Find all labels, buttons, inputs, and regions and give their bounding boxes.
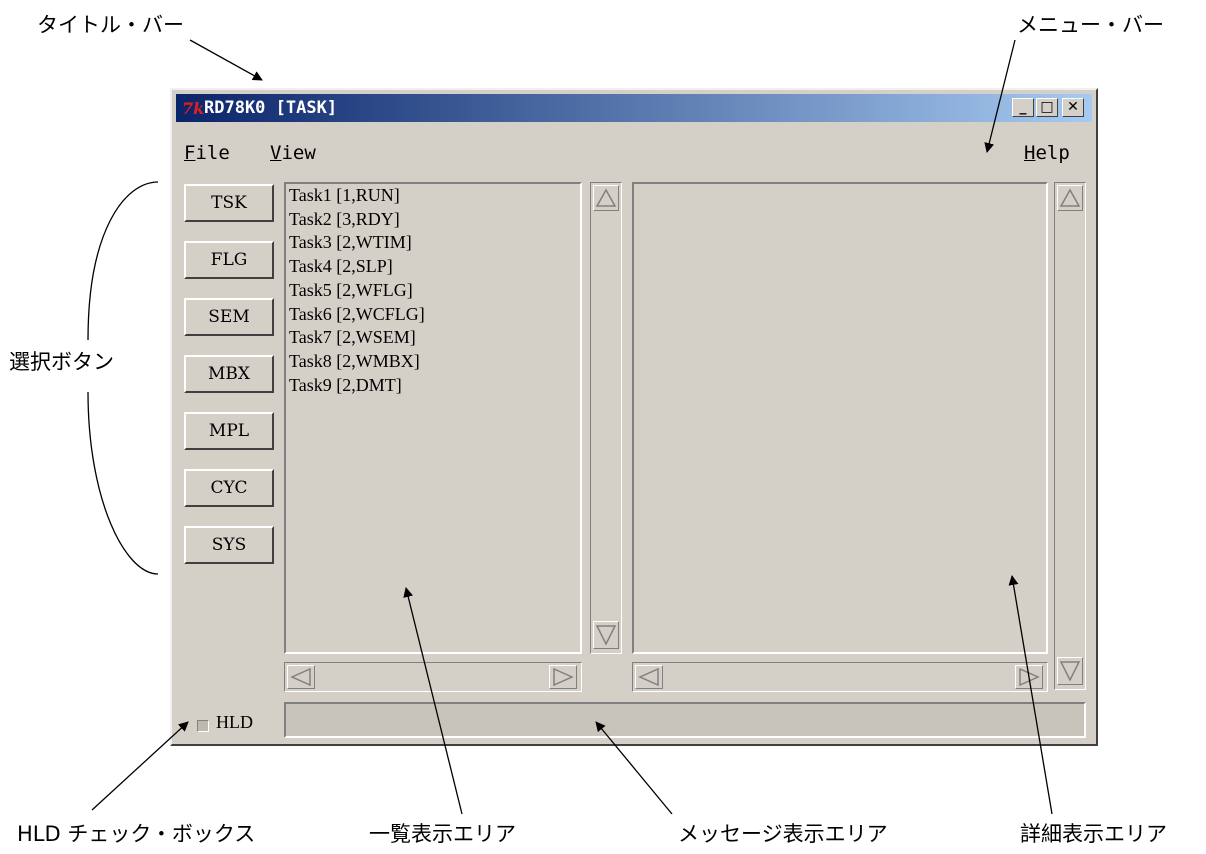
scroll-down-arrow-icon[interactable] <box>593 621 619 649</box>
list-item[interactable]: Task2 [3,RDY] <box>286 208 580 232</box>
sem-button[interactable]: SEM <box>184 298 274 336</box>
scroll-up-arrow-icon[interactable] <box>593 185 619 211</box>
list-item[interactable]: Task3 [2,WTIM] <box>286 231 580 255</box>
app-logo-icon: 7k <box>182 99 205 118</box>
scroll-right-arrow-icon[interactable] <box>1015 665 1043 689</box>
list-item[interactable]: Task8 [2,WMBX] <box>286 350 580 374</box>
scroll-up-arrow-icon[interactable] <box>1057 185 1083 211</box>
callout-hld-checkbox: HLD チェック・ボックス <box>17 822 256 846</box>
scroll-right-arrow-icon[interactable] <box>549 665 577 689</box>
callout-detail-area: 詳細表示エリア <box>1020 822 1167 846</box>
list-item[interactable]: Task1 [1,RUN] <box>286 184 580 208</box>
callout-message-area: メッセージ表示エリア <box>678 822 888 846</box>
cyc-button[interactable]: CYC <box>184 469 274 507</box>
list-area[interactable]: Task1 [1,RUN] Task2 [3,RDY] Task3 [2,WTI… <box>284 182 582 654</box>
callout-title-bar: タイトル・バー <box>37 13 184 37</box>
list-item[interactable]: Task7 [2,WSEM] <box>286 326 580 350</box>
list-item[interactable]: Task9 [2,DMT] <box>286 374 580 398</box>
list-item[interactable]: Task4 [2,SLP] <box>286 255 580 279</box>
callout-menu-bar: メニュー・バー <box>1017 13 1164 37</box>
maximize-button[interactable]: □ <box>1036 98 1058 117</box>
flg-button[interactable]: FLG <box>184 241 274 279</box>
menu-file[interactable]: File <box>184 142 230 164</box>
title-bar[interactable]: 7k RD78K0 [TASK] _ □ ✕ <box>176 94 1092 122</box>
callout-select-buttons: 選択ボタン <box>9 350 114 374</box>
hld-checkbox[interactable] <box>197 720 209 732</box>
tsk-button[interactable]: TSK <box>184 184 274 222</box>
list-item[interactable]: Task6 [2,WCFLG] <box>286 303 580 327</box>
scroll-left-arrow-icon[interactable] <box>287 665 315 689</box>
mpl-button[interactable]: MPL <box>184 412 274 450</box>
menu-view[interactable]: View <box>270 142 316 164</box>
detail-area[interactable] <box>632 182 1048 654</box>
scroll-down-arrow-icon[interactable] <box>1057 657 1083 685</box>
detail-vertical-scrollbar[interactable] <box>1054 182 1086 690</box>
menu-help[interactable]: Help <box>1024 142 1070 164</box>
message-area <box>284 702 1086 738</box>
list-item[interactable]: Task5 [2,WFLG] <box>286 279 580 303</box>
scroll-left-arrow-icon[interactable] <box>635 665 663 689</box>
sys-button[interactable]: SYS <box>184 526 274 564</box>
close-button[interactable]: ✕ <box>1062 98 1084 117</box>
minimize-button[interactable]: _ <box>1012 98 1034 117</box>
list-vertical-scrollbar[interactable] <box>590 182 622 654</box>
window-title: RD78K0 [TASK] <box>204 98 338 118</box>
callout-list-area: 一覧表示エリア <box>369 822 516 846</box>
app-window: 7k RD78K0 [TASK] _ □ ✕ File View Help TS… <box>170 88 1098 746</box>
menu-bar: File View Help <box>184 142 1086 168</box>
list-horizontal-scrollbar[interactable] <box>284 662 582 692</box>
hld-label: HLD <box>216 712 253 732</box>
mbx-button[interactable]: MBX <box>184 355 274 393</box>
detail-horizontal-scrollbar[interactable] <box>632 662 1048 692</box>
